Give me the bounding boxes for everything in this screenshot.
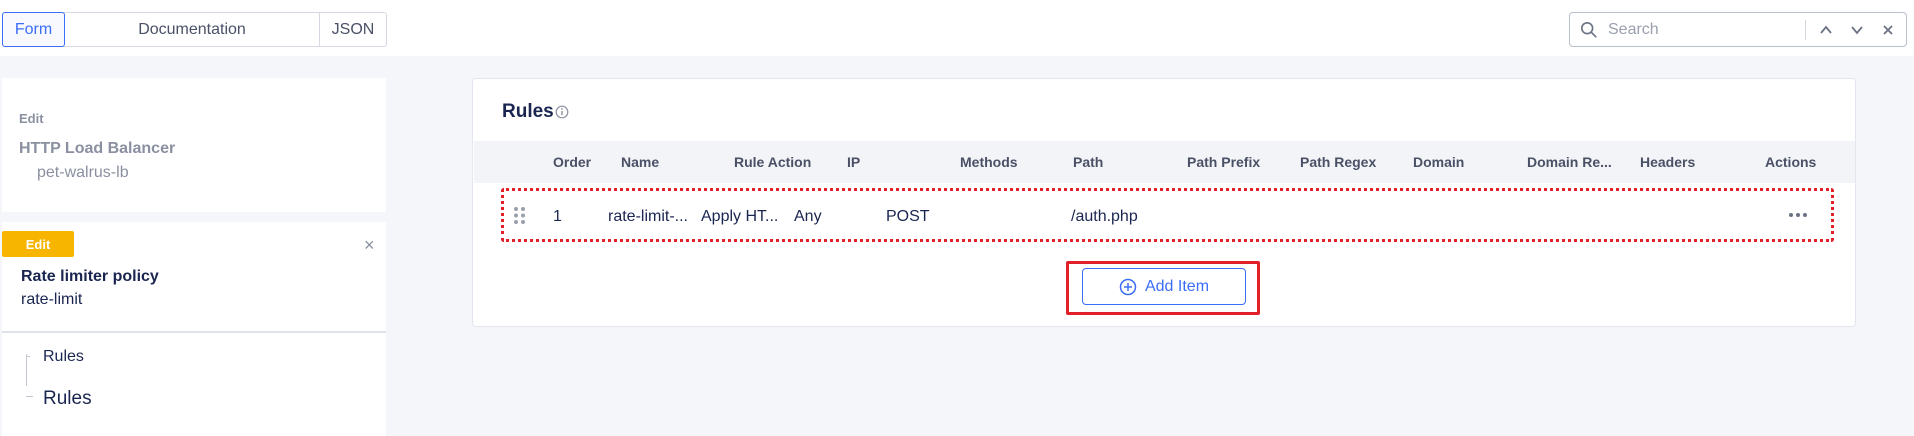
cell-name: rate-limit-... [608,208,688,225]
more-actions-icon[interactable] [1787,208,1809,222]
plus-circle-icon [1119,278,1137,295]
cell-ip: Any [794,208,822,225]
panel-divider [2,331,386,333]
edit-label: Edit [19,111,44,126]
cell-order: 1 [553,208,562,225]
load-balancer-type: HTTP Load Balancer [19,140,176,157]
view-tabs: Form Documentation JSON [2,12,387,47]
column-header-path-regex[interactable]: Path Regex [1300,154,1376,170]
load-balancer-panel[interactable]: Edit HTTP Load Balancer pet-walrus-lb [2,78,386,212]
table-header: Order Name Rule Action IP Methods Path P… [474,141,1855,183]
drag-handle-icon[interactable] [513,206,526,225]
tab-documentation[interactable]: Documentation [65,13,320,46]
load-balancer-name: pet-walrus-lb [37,164,129,181]
search-next-button[interactable] [1841,14,1872,45]
tree-connector [26,354,27,386]
tab-form[interactable]: Form [2,12,65,47]
tree-connector [26,396,33,397]
edit-badge: Edit [2,231,74,257]
column-header-methods[interactable]: Methods [960,154,1018,170]
tree-item-rules[interactable]: Rules [43,348,84,366]
rate-limiter-panel: Edit × Rate limiter policy rate-limit Ru… [2,222,386,436]
column-header-domain-regex[interactable]: Domain Re... [1527,154,1612,170]
tab-json[interactable]: JSON [320,13,386,46]
search-close-button[interactable] [1872,14,1903,45]
close-icon [1882,24,1893,35]
cell-rule-action: Apply HT... [701,208,779,225]
search-box [1569,12,1907,47]
info-icon[interactable] [555,105,569,119]
table-row[interactable]: 1 rate-limit-... Apply HT... Any POST /a… [501,188,1834,242]
column-header-path[interactable]: Path [1073,154,1103,170]
search-input[interactable] [1608,20,1798,39]
add-item-button[interactable]: Add Item [1082,268,1246,305]
column-header-actions: Actions [1765,154,1817,170]
cell-path-prefix: /auth.php [1071,208,1138,225]
add-item-label: Add Item [1144,277,1210,295]
cell-methods: POST [886,208,930,225]
policy-type: Rate limiter policy [21,268,159,285]
column-header-order[interactable]: Order [553,154,591,170]
column-header-ip[interactable]: IP [847,154,860,170]
chevron-up-icon [1819,25,1832,34]
tree-item-rules-current[interactable]: Rules [43,388,92,410]
search-divider [1805,19,1806,40]
column-header-headers[interactable]: Headers [1640,154,1695,170]
search-icon [1580,21,1597,38]
column-header-domain[interactable]: Domain [1413,154,1464,170]
tree-connector [26,356,30,357]
policy-name: rate-limit [21,291,83,308]
search-prev-button[interactable] [1810,14,1841,45]
chevron-down-icon [1850,25,1863,34]
rules-title: Rules [502,101,554,122]
column-header-name[interactable]: Name [621,154,659,170]
top-bar: Form Documentation JSON [0,0,1914,56]
column-header-rule-action[interactable]: Rule Action [734,154,811,170]
close-icon[interactable]: × [364,236,375,254]
column-header-path-prefix[interactable]: Path Prefix [1187,154,1260,170]
